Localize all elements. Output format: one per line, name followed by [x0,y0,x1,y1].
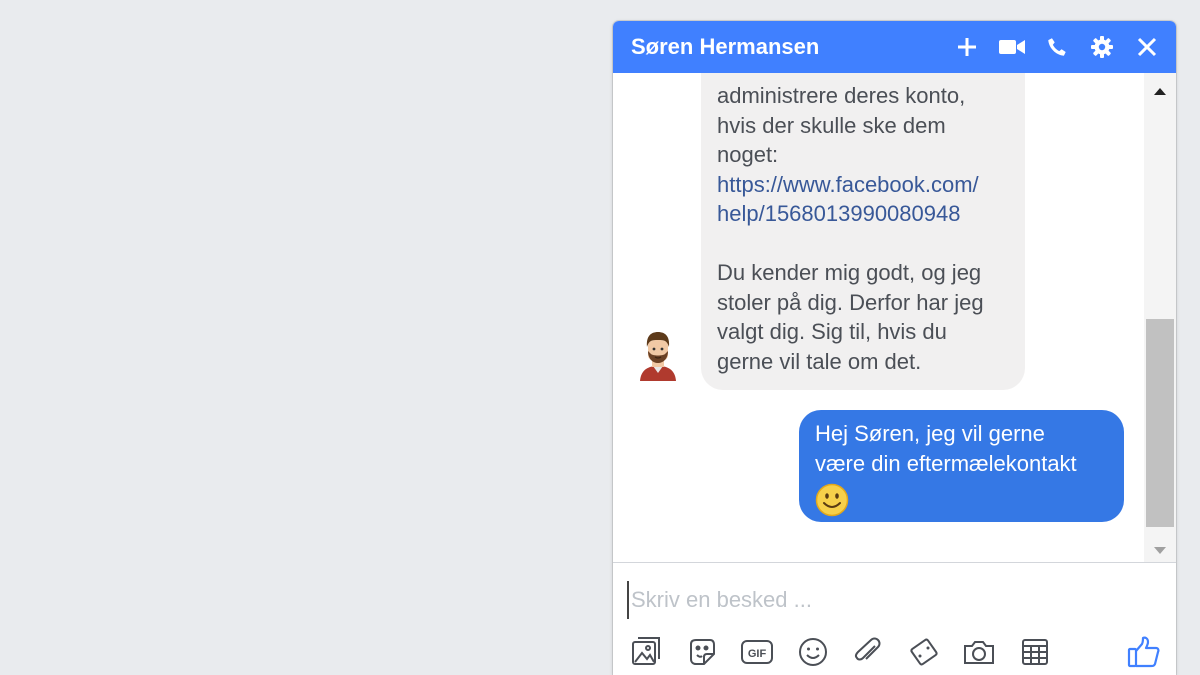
grid-icon[interactable] [1016,633,1054,671]
avatar[interactable] [635,329,681,381]
camera-icon[interactable] [960,633,998,671]
emoji-icon[interactable] [794,633,832,671]
sticker-icon[interactable] [683,633,721,671]
scrollbar-thumb[interactable] [1146,319,1174,527]
message-line: Du kender mig godt, og jeg [717,260,982,285]
scroll-down-arrow-icon[interactable] [1144,538,1176,562]
incoming-message-bubble: administrere deres konto, hvis der skull… [701,73,1025,390]
composer-toolbar: GIF [627,633,1071,671]
gif-icon[interactable]: GIF [738,633,776,671]
chat-header: Søren Hermansen [613,21,1176,73]
composer: GIF [613,562,1176,675]
message-line: Hej Søren, jeg vil gerne [815,421,1045,446]
game-icon[interactable] [905,633,943,671]
message-line: administrere deres konto, [717,83,966,108]
message-input[interactable] [627,581,1153,619]
attachment-icon[interactable] [849,633,887,671]
help-link[interactable]: https://www.facebook.com/ [717,170,1009,200]
phone-icon[interactable] [1040,30,1074,64]
chat-title[interactable]: Søren Hermansen [631,34,939,60]
photo-icon[interactable] [627,633,665,671]
help-link[interactable]: help/1568013990080948 [717,199,1009,229]
message-line: valgt dig. Sig til, hvis du [717,319,947,344]
plus-icon[interactable] [950,30,984,64]
message-list[interactable]: administrere deres konto, hvis der skull… [613,73,1144,562]
chat-window: Søren Hermansen administrere deres konto… [613,21,1176,675]
outgoing-message-bubble: Hej Søren, jeg vil gerne være din efterm… [799,410,1124,522]
scroll-up-arrow-icon[interactable] [1144,79,1176,103]
message-line: gerne vil tale om det. [717,348,922,374]
thumbs-up-icon[interactable] [1125,633,1163,671]
svg-text:GIF: GIF [748,648,767,660]
gear-icon[interactable] [1085,30,1119,64]
smiley-emoji [815,483,849,517]
message-line: stoler på dig. Derfor har jeg [717,289,984,315]
message-line: noget: [717,142,779,167]
close-icon[interactable] [1130,30,1164,64]
message-line: være din eftermælekontakt [815,451,1077,476]
message-line: hvis der skulle ske dem [717,112,946,138]
video-camera-icon[interactable] [995,30,1029,64]
scrollbar[interactable] [1144,73,1176,562]
